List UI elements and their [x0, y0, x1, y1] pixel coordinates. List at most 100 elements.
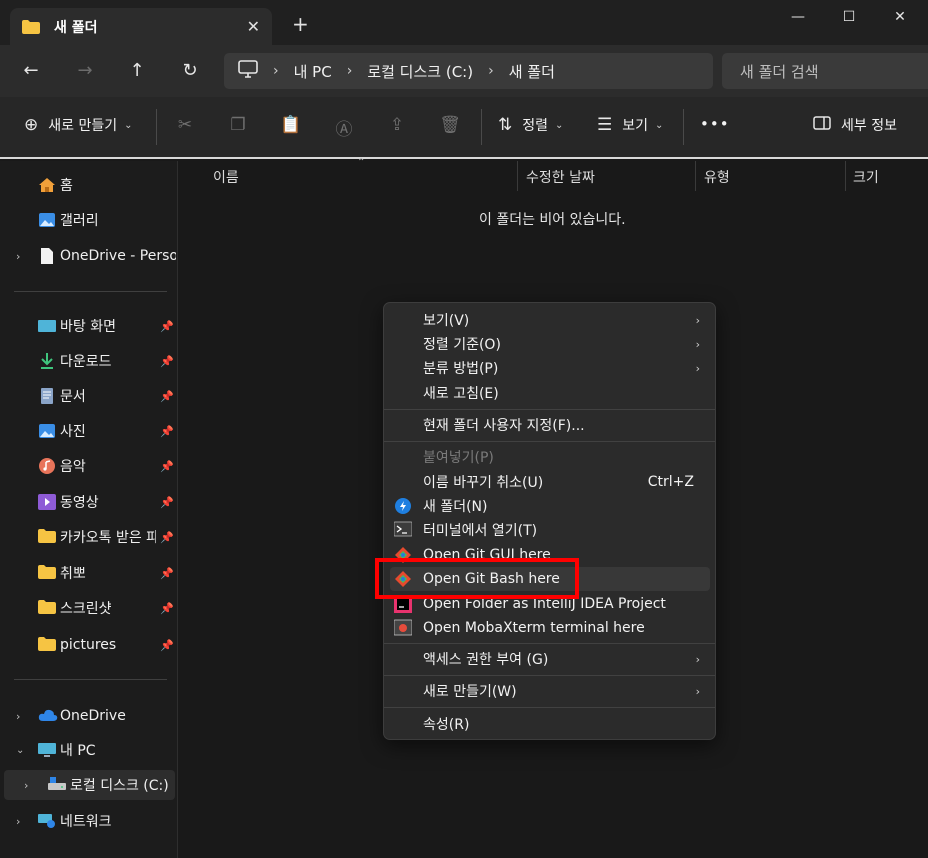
home-icon — [38, 177, 56, 193]
tab-close-icon[interactable]: ✕ — [247, 17, 260, 36]
collapse-chevron-icon[interactable]: ⌄ — [16, 745, 24, 756]
expand-chevron-icon[interactable]: › — [16, 710, 20, 723]
sidebar-item-kakaotalk-folder[interactable]: 카카오톡 받은 파일 📌 — [0, 522, 178, 552]
sidebar-item-videos[interactable]: 동영상 📌 — [0, 487, 178, 517]
column-divider[interactable] — [845, 161, 846, 191]
menu-item-open-in-terminal[interactable]: 터미널에서 열기(T) — [390, 518, 710, 542]
chevron-down-icon: ⌄ — [555, 119, 564, 131]
sidebar-item-music[interactable]: 음악 📌 — [0, 451, 178, 481]
sidebar-item-network[interactable]: › 네트워크 — [0, 806, 178, 836]
sidebar-item-label: 홈 — [60, 178, 73, 194]
delete-icon[interactable]: 🗑 — [438, 115, 462, 139]
column-header-name[interactable]: 이름 — [213, 167, 239, 187]
sidebar-item-label: 내 PC — [60, 743, 96, 759]
sidebar-item-pictures[interactable]: 사진 📌 — [0, 416, 178, 446]
sidebar-item-chwippo-folder[interactable]: 취뽀 📌 — [0, 558, 178, 588]
breadcrumb-item-drive[interactable]: 로컬 디스크 (C:) — [367, 61, 473, 82]
minimize-button[interactable]: — — [775, 6, 821, 30]
sidebar-item-onedrive-personal[interactable]: › OneDrive - Personal — [0, 241, 178, 271]
sidebar-item-desktop[interactable]: 바탕 화면 📌 — [0, 311, 178, 341]
pin-icon[interactable]: 📌 — [160, 425, 174, 438]
expand-chevron-icon[interactable]: › — [16, 815, 20, 828]
address-bar[interactable]: › 내 PC › 로컬 디스크 (C:) › 새 폴더 — [224, 53, 713, 89]
expand-chevron-icon[interactable]: › — [16, 250, 20, 263]
column-divider[interactable] — [517, 161, 518, 191]
pin-icon[interactable]: 📌 — [160, 639, 174, 652]
divider — [683, 109, 684, 145]
sidebar-item-home[interactable]: 홈 — [0, 170, 178, 200]
tab-new-folder[interactable]: 새 폴더 ✕ — [10, 8, 272, 45]
column-header-type[interactable]: 유형 — [704, 167, 730, 187]
sidebar-item-pictures-folder[interactable]: pictures 📌 — [0, 630, 178, 660]
more-options-button[interactable]: ••• — [700, 115, 730, 133]
menu-item-mobaxterm[interactable]: Open MobaXterm terminal here — [390, 616, 710, 640]
search-input[interactable]: 새 폴더 검색 — [722, 53, 928, 89]
breadcrumb-item-folder[interactable]: 새 폴더 — [509, 61, 555, 82]
network-icon — [38, 813, 56, 829]
menu-item-label: Open MobaXterm terminal here — [423, 620, 645, 636]
sidebar-item-this-pc[interactable]: ⌄ 내 PC — [0, 735, 178, 765]
menu-item-customize-folder[interactable]: 현재 폴더 사용자 지정(F)... — [390, 413, 710, 437]
view-button[interactable]: ☰ 보기 ⌄ — [597, 115, 663, 135]
sidebar-item-label: OneDrive - Personal — [60, 248, 176, 264]
column-divider[interactable] — [695, 161, 696, 191]
menu-item-give-access[interactable]: 액세스 권한 부여 (G) › — [390, 647, 710, 671]
new-folder-icon — [394, 497, 412, 515]
sidebar-item-downloads[interactable]: 다운로드 📌 — [0, 346, 178, 376]
menu-item-sort-by[interactable]: 정렬 기준(O) › — [390, 332, 710, 356]
new-tab-button[interactable]: + — [292, 14, 309, 34]
cut-icon[interactable]: ✂ — [173, 115, 197, 139]
menu-item-undo-rename[interactable]: 이름 바꾸기 취소(U) Ctrl+Z — [390, 470, 710, 494]
breadcrumb-chevron-icon[interactable]: › — [347, 63, 353, 79]
sort-ascending-icon: ⌃ — [357, 157, 366, 168]
pin-icon[interactable]: 📌 — [160, 460, 174, 473]
menu-item-new-folder[interactable]: 새 폴더(N) — [390, 494, 710, 518]
close-window-button[interactable]: ✕ — [877, 6, 923, 30]
rename-icon[interactable]: Ⓐ — [332, 115, 356, 140]
pin-icon[interactable]: 📌 — [160, 567, 174, 580]
sidebar-item-gallery[interactable]: 갤러리 — [0, 205, 178, 235]
menu-item-new[interactable]: 새로 만들기(W) › — [390, 679, 710, 703]
pin-icon[interactable]: 📌 — [160, 602, 174, 615]
new-button[interactable]: ⊕ 새로 만들기 ⌄ — [24, 115, 133, 135]
expand-chevron-icon[interactable]: › — [24, 779, 28, 792]
refresh-button[interactable]: ↻ — [177, 58, 203, 84]
sidebar-item-onedrive[interactable]: › OneDrive — [0, 701, 178, 731]
sidebar-item-documents[interactable]: 문서 📌 — [0, 381, 178, 411]
menu-item-view[interactable]: 보기(V) › — [390, 308, 710, 332]
pin-icon[interactable]: 📌 — [160, 320, 174, 333]
pin-icon[interactable]: 📌 — [160, 531, 174, 544]
command-bar: ⊕ 새로 만들기 ⌄ ✂ ❐ 📋 Ⓐ ⇪ 🗑 ⇅ 정렬 ⌄ ☰ 보기 ⌄ •••… — [0, 97, 928, 159]
share-icon[interactable]: ⇪ — [385, 115, 409, 139]
pin-icon[interactable]: 📌 — [160, 390, 174, 403]
title-bar: 새 폴더 ✕ + — ☐ ✕ — [0, 0, 928, 45]
menu-item-group-by[interactable]: 분류 방법(P) › — [390, 356, 710, 380]
up-button[interactable]: ↑ — [124, 58, 150, 84]
pin-icon[interactable]: 📌 — [160, 496, 174, 509]
empty-folder-message: 이 폴더는 비어 있습니다. — [479, 212, 626, 228]
menu-separator — [384, 675, 715, 676]
folder-icon — [38, 529, 56, 545]
menu-item-label: 새로 고침(E) — [423, 386, 499, 402]
back-button[interactable]: ← — [18, 58, 44, 84]
column-header-date[interactable]: 수정한 날짜 — [526, 167, 595, 187]
forward-button[interactable]: → — [72, 58, 98, 84]
menu-item-label: 터미널에서 열기(T) — [423, 523, 538, 539]
details-pane-button[interactable]: 세부 정보 — [813, 115, 897, 135]
submenu-arrow-icon: › — [695, 684, 700, 698]
sidebar-item-local-disk[interactable]: › 로컬 디스크 (C:) — [4, 770, 175, 800]
pin-icon[interactable]: 📌 — [160, 355, 174, 368]
breadcrumb-item-pc[interactable]: 내 PC — [294, 61, 332, 82]
sort-button[interactable]: ⇅ 정렬 ⌄ — [498, 115, 563, 135]
column-header-size[interactable]: 크기 — [853, 167, 879, 187]
menu-separator — [384, 441, 715, 442]
maximize-button[interactable]: ☐ — [826, 6, 872, 30]
submenu-arrow-icon: › — [695, 361, 700, 375]
menu-item-refresh[interactable]: 새로 고침(E) — [390, 381, 710, 405]
menu-item-properties[interactable]: 속성(R) — [390, 712, 710, 736]
paste-icon[interactable]: 📋 — [279, 115, 303, 139]
sidebar-item-screenshots-folder[interactable]: 스크린샷 📌 — [0, 593, 178, 623]
breadcrumb-chevron-icon[interactable]: › — [488, 63, 494, 79]
copy-icon[interactable]: ❐ — [226, 115, 250, 139]
breadcrumb-chevron-icon[interactable]: › — [273, 63, 279, 79]
